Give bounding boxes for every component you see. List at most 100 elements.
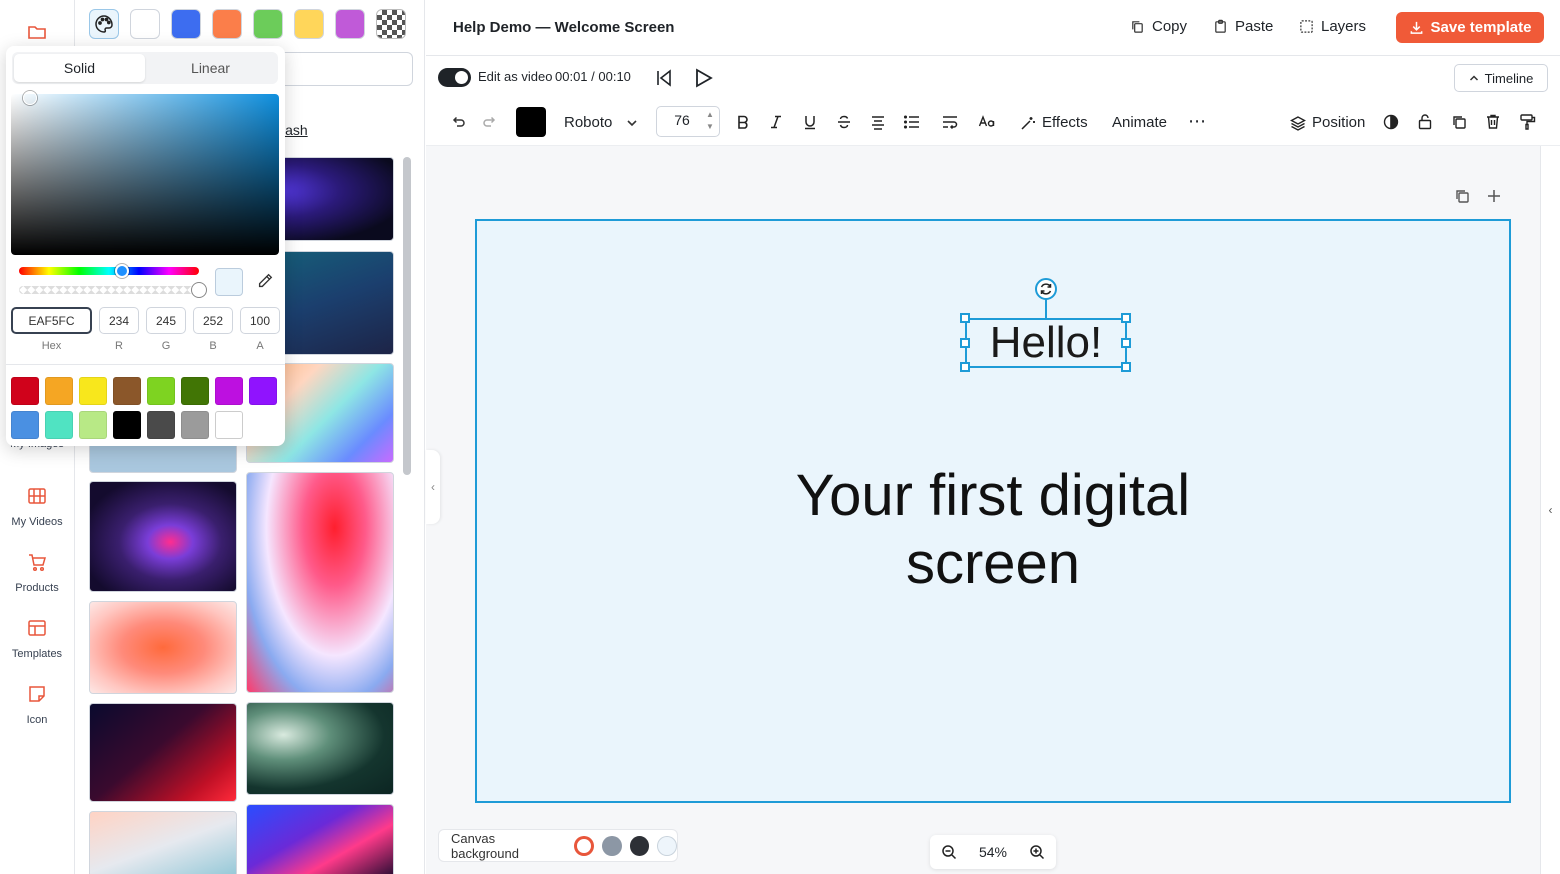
hue-knob[interactable] <box>114 264 129 278</box>
green-input[interactable] <box>146 307 186 334</box>
redo-icon[interactable] <box>482 114 498 130</box>
preset-color-swatch[interactable] <box>147 377 175 405</box>
preset-color-swatch[interactable] <box>11 411 39 439</box>
zoom-out-icon[interactable] <box>941 844 957 860</box>
rotate-handle[interactable] <box>1035 278 1057 300</box>
background-option-dark[interactable] <box>629 835 650 856</box>
add-page-icon[interactable] <box>1487 189 1501 203</box>
quick-swatch[interactable] <box>130 9 160 39</box>
resize-handle-bottom-right[interactable] <box>1121 362 1131 372</box>
nav-item-icon[interactable]: Icon <box>0 684 74 726</box>
resize-handle-left[interactable] <box>960 338 970 348</box>
nav-item-products[interactable]: Products <box>0 552 74 594</box>
gradient-thumbnail[interactable] <box>246 472 394 693</box>
list-icon[interactable] <box>903 113 921 131</box>
solid-mode-tab[interactable]: Solid <box>14 54 145 82</box>
selected-heading-text[interactable]: Hello! <box>965 318 1127 368</box>
preset-color-swatch[interactable] <box>113 411 141 439</box>
alpha-knob[interactable] <box>191 282 207 298</box>
text-color-swatch[interactable] <box>516 107 546 137</box>
duplicate-icon[interactable] <box>1451 114 1467 130</box>
alpha-input[interactable] <box>240 307 280 334</box>
collapse-panel-button[interactable]: ‹ <box>426 450 440 524</box>
gradient-thumbnail[interactable] <box>246 804 394 874</box>
font-family-dropdown[interactable]: Roboto <box>564 114 638 131</box>
preset-color-swatch[interactable] <box>181 377 209 405</box>
preset-color-swatch[interactable] <box>215 377 243 405</box>
font-size-input[interactable] <box>663 112 701 128</box>
preset-color-swatch[interactable] <box>79 411 107 439</box>
palette-button[interactable] <box>89 9 119 39</box>
gradient-thumbnail[interactable] <box>89 811 237 874</box>
resize-handle-bottom-left[interactable] <box>960 362 970 372</box>
preset-color-swatch[interactable] <box>249 377 277 405</box>
unlock-icon[interactable] <box>1417 113 1433 130</box>
gradient-thumbnail[interactable] <box>89 481 237 592</box>
effects-button[interactable]: Effects <box>1020 114 1088 131</box>
hue-slider[interactable] <box>19 264 199 278</box>
position-button[interactable]: Position <box>1290 114 1365 131</box>
text-wrap-icon[interactable] <box>941 113 959 131</box>
play-icon[interactable] <box>692 67 714 89</box>
preset-color-swatch[interactable] <box>215 411 243 439</box>
unsplash-link[interactable]: lash <box>282 122 308 138</box>
preset-color-swatch[interactable] <box>11 377 39 405</box>
quick-swatch[interactable] <box>335 9 365 39</box>
more-options-button[interactable]: ⋯ <box>1188 111 1206 132</box>
stepper-arrows[interactable]: ▲ ▼ <box>706 109 716 133</box>
nav-item-files[interactable] <box>0 22 74 42</box>
linear-mode-tab[interactable]: Linear <box>145 54 276 82</box>
resize-handle-top-left[interactable] <box>960 313 970 323</box>
blue-input[interactable] <box>193 307 233 334</box>
layers-button[interactable]: Layers <box>1299 18 1366 35</box>
opacity-icon[interactable] <box>1383 114 1399 130</box>
save-template-button[interactable]: Save template <box>1396 12 1544 43</box>
quick-swatch[interactable] <box>294 9 324 39</box>
saturation-knob[interactable] <box>23 91 37 105</box>
bold-icon[interactable] <box>735 114 751 130</box>
preset-color-swatch[interactable] <box>45 377 73 405</box>
resize-handle-top-right[interactable] <box>1121 313 1131 323</box>
gradient-thumbnail[interactable] <box>89 601 237 694</box>
heading-text[interactable]: Hello! <box>990 318 1103 368</box>
preset-color-swatch[interactable] <box>147 411 175 439</box>
quick-swatch[interactable] <box>171 9 201 39</box>
zoom-in-icon[interactable] <box>1029 844 1045 860</box>
body-text[interactable]: Your first digital screen <box>760 462 1226 598</box>
saturation-area[interactable] <box>11 91 279 255</box>
eyedropper-icon[interactable] <box>256 272 274 290</box>
copy-button[interactable]: Copy <box>1130 18 1187 35</box>
preset-color-swatch[interactable] <box>181 411 209 439</box>
background-option-white[interactable] <box>574 835 595 856</box>
nav-item-my-videos[interactable]: My Videos <box>0 486 74 528</box>
animate-button[interactable]: Animate <box>1112 114 1167 131</box>
quick-swatch[interactable] <box>212 9 242 39</box>
background-option-light-blue[interactable] <box>657 835 677 856</box>
italic-icon[interactable] <box>768 114 784 130</box>
search-input[interactable] <box>275 52 413 86</box>
expand-right-panel-button[interactable]: ‹ <box>1540 146 1560 874</box>
strikethrough-icon[interactable] <box>836 114 852 130</box>
transparent-swatch[interactable] <box>376 9 406 39</box>
preset-color-swatch[interactable] <box>113 377 141 405</box>
duplicate-page-icon[interactable] <box>1454 188 1470 204</box>
align-center-icon[interactable] <box>870 114 886 130</box>
trash-icon[interactable] <box>1485 113 1501 130</box>
paste-button[interactable]: Paste <box>1213 18 1273 35</box>
quick-swatch[interactable] <box>253 9 283 39</box>
timeline-button[interactable]: Timeline <box>1454 64 1548 92</box>
underline-icon[interactable] <box>802 114 818 130</box>
panel-scrollbar[interactable] <box>403 157 411 475</box>
hex-input[interactable] <box>11 307 92 334</box>
gradient-thumbnail[interactable] <box>246 702 394 795</box>
edit-as-video-toggle[interactable] <box>438 68 471 87</box>
preset-color-swatch[interactable] <box>79 377 107 405</box>
gradient-thumbnail[interactable] <box>89 703 237 802</box>
red-input[interactable] <box>99 307 139 334</box>
nav-item-templates[interactable]: Templates <box>0 618 74 660</box>
alpha-slider[interactable] <box>19 282 207 298</box>
background-option-gray[interactable] <box>602 835 622 856</box>
skip-to-start-icon[interactable] <box>654 68 674 88</box>
text-case-icon[interactable] <box>978 114 996 130</box>
undo-icon[interactable] <box>450 114 466 130</box>
